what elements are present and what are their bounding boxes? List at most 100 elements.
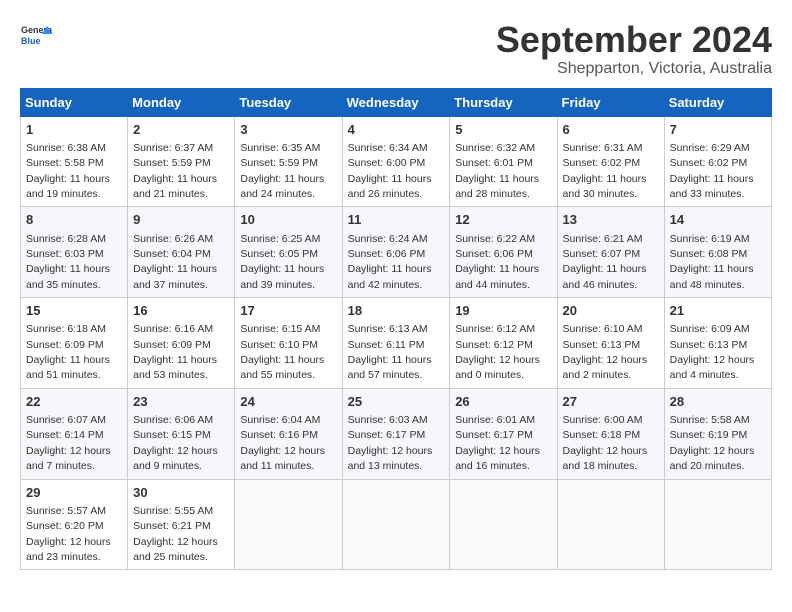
calendar-day-cell: 20 Sunrise: 6:10 AMSunset: 6:13 PMDayligh… [557,298,664,389]
svg-text:Blue: Blue [21,36,41,46]
day-detail: Sunrise: 5:58 AMSunset: 6:19 PMDaylight:… [670,414,755,472]
calendar-week-row: 15 Sunrise: 6:18 AMSunset: 6:09 PMDayligh… [21,298,772,389]
calendar-week-row: 1 Sunrise: 6:38 AMSunset: 5:58 PMDaylight… [21,116,772,207]
weekday-header: Sunday [21,88,128,116]
day-number: 8 [26,211,122,229]
day-number: 21 [670,302,766,320]
calendar-day-cell: 23 Sunrise: 6:06 AMSunset: 6:15 PMDayligh… [128,388,235,479]
calendar-day-cell: 28 Sunrise: 5:58 AMSunset: 6:19 PMDayligh… [664,388,771,479]
calendar-day-cell: 8Sunrise: 6:28 AMSunset: 6:03 PMDaylight… [21,207,128,298]
calendar-day-cell: 3Sunrise: 6:35 AMSunset: 5:59 PMDaylight… [235,116,342,207]
weekday-header: Wednesday [342,88,450,116]
page-header: General Blue September 2024 Shepparton, … [20,20,772,78]
calendar-day-cell [450,479,557,570]
calendar-day-cell: 29 Sunrise: 5:57 AMSunset: 6:20 PMDayligh… [21,479,128,570]
day-number: 26 [455,393,551,411]
weekday-header: Tuesday [235,88,342,116]
day-number: 14 [670,211,766,229]
day-detail: Sunrise: 6:21 AMSunset: 6:07 PMDaylight:… [563,233,647,291]
day-detail: Sunrise: 6:31 AMSunset: 6:02 PMDaylight:… [563,142,647,200]
calendar-day-cell: 11 Sunrise: 6:24 AMSunset: 6:06 PMDayligh… [342,207,450,298]
day-number: 10 [240,211,336,229]
day-detail: Sunrise: 5:57 AMSunset: 6:20 PMDaylight:… [26,505,111,563]
weekday-header: Saturday [664,88,771,116]
day-detail: Sunrise: 6:29 AMSunset: 6:02 PMDaylight:… [670,142,754,200]
day-detail: Sunrise: 6:03 AMSunset: 6:17 PMDaylight:… [348,414,433,472]
day-detail: Sunrise: 6:12 AMSunset: 6:12 PMDaylight:… [455,323,540,381]
calendar-day-cell: 1 Sunrise: 6:38 AMSunset: 5:58 PMDaylight… [21,116,128,207]
day-number: 16 [133,302,229,320]
day-number: 4 [348,121,445,139]
day-detail: Sunrise: 6:37 AMSunset: 5:59 PMDaylight:… [133,142,217,200]
day-number: 11 [348,211,445,229]
calendar-day-cell: 30Sunrise: 5:55 AMSunset: 6:21 PMDayligh… [128,479,235,570]
weekday-header: Friday [557,88,664,116]
day-number: 20 [563,302,659,320]
day-number: 7 [670,121,766,139]
calendar-day-cell: 25 Sunrise: 6:03 AMSunset: 6:17 PMDayligh… [342,388,450,479]
day-number: 3 [240,121,336,139]
day-detail: Sunrise: 6:22 AMSunset: 6:06 PMDaylight:… [455,233,539,291]
day-detail: Sunrise: 6:15 AMSunset: 6:10 PMDaylight:… [240,323,324,381]
calendar-week-row: 22Sunrise: 6:07 AMSunset: 6:14 PMDayligh… [21,388,772,479]
calendar-day-cell [664,479,771,570]
calendar-day-cell: 7 Sunrise: 6:29 AMSunset: 6:02 PMDaylight… [664,116,771,207]
day-number: 15 [26,302,122,320]
day-number: 9 [133,211,229,229]
calendar-day-cell: 5Sunrise: 6:32 AMSunset: 6:01 PMDaylight… [450,116,557,207]
day-number: 19 [455,302,551,320]
calendar-header-row: SundayMondayTuesdayWednesdayThursdayFrid… [21,88,772,116]
weekday-header: Monday [128,88,235,116]
calendar-day-cell: 26Sunrise: 6:01 AMSunset: 6:17 PMDayligh… [450,388,557,479]
calendar-day-cell: 4 Sunrise: 6:34 AMSunset: 6:00 PMDaylight… [342,116,450,207]
day-number: 12 [455,211,551,229]
day-detail: Sunrise: 6:10 AMSunset: 6:13 PMDaylight:… [563,323,648,381]
weekday-header: Thursday [450,88,557,116]
day-detail: Sunrise: 6:04 AMSunset: 6:16 PMDaylight:… [240,414,325,472]
day-number: 29 [26,484,122,502]
day-detail: Sunrise: 5:55 AMSunset: 6:21 PMDaylight:… [133,505,218,563]
logo-wave-icon: General Blue [20,20,52,52]
day-number: 23 [133,393,229,411]
calendar-day-cell [342,479,450,570]
calendar-day-cell: 18 Sunrise: 6:13 AMSunset: 6:11 PMDayligh… [342,298,450,389]
day-detail: Sunrise: 6:24 AMSunset: 6:06 PMDaylight:… [348,233,432,291]
logo: General Blue [20,20,52,52]
calendar-day-cell: 13 Sunrise: 6:21 AMSunset: 6:07 PMDayligh… [557,207,664,298]
day-detail: Sunrise: 6:19 AMSunset: 6:08 PMDaylight:… [670,233,754,291]
calendar-day-cell: 27Sunrise: 6:00 AMSunset: 6:18 PMDayligh… [557,388,664,479]
day-number: 27 [563,393,659,411]
day-detail: Sunrise: 6:38 AMSunset: 5:58 PMDaylight:… [26,142,110,200]
calendar-day-cell: 9 Sunrise: 6:26 AMSunset: 6:04 PMDaylight… [128,207,235,298]
day-detail: Sunrise: 6:18 AMSunset: 6:09 PMDaylight:… [26,323,110,381]
day-detail: Sunrise: 6:06 AMSunset: 6:15 PMDaylight:… [133,414,218,472]
day-number: 25 [348,393,445,411]
page-title: September 2024 [496,20,772,60]
day-detail: Sunrise: 6:34 AMSunset: 6:00 PMDaylight:… [348,142,432,200]
day-detail: Sunrise: 6:26 AMSunset: 6:04 PMDaylight:… [133,233,217,291]
day-number: 1 [26,121,122,139]
day-number: 13 [563,211,659,229]
calendar-day-cell: 6Sunrise: 6:31 AMSunset: 6:02 PMDaylight… [557,116,664,207]
calendar-day-cell: 22Sunrise: 6:07 AMSunset: 6:14 PMDayligh… [21,388,128,479]
calendar-day-cell [235,479,342,570]
calendar-day-cell: 14 Sunrise: 6:19 AMSunset: 6:08 PMDayligh… [664,207,771,298]
day-detail: Sunrise: 6:13 AMSunset: 6:11 PMDaylight:… [348,323,432,381]
day-detail: Sunrise: 6:32 AMSunset: 6:01 PMDaylight:… [455,142,539,200]
day-detail: Sunrise: 6:25 AMSunset: 6:05 PMDaylight:… [240,233,324,291]
day-detail: Sunrise: 6:09 AMSunset: 6:13 PMDaylight:… [670,323,755,381]
calendar-day-cell: 12 Sunrise: 6:22 AMSunset: 6:06 PMDayligh… [450,207,557,298]
calendar-day-cell: 24 Sunrise: 6:04 AMSunset: 6:16 PMDayligh… [235,388,342,479]
calendar-day-cell [557,479,664,570]
calendar-day-cell: 2 Sunrise: 6:37 AMSunset: 5:59 PMDaylight… [128,116,235,207]
day-number: 2 [133,121,229,139]
calendar-day-cell: 21 Sunrise: 6:09 AMSunset: 6:13 PMDayligh… [664,298,771,389]
day-number: 24 [240,393,336,411]
calendar-week-row: 29 Sunrise: 5:57 AMSunset: 6:20 PMDayligh… [21,479,772,570]
day-number: 18 [348,302,445,320]
calendar-day-cell: 10 Sunrise: 6:25 AMSunset: 6:05 PMDayligh… [235,207,342,298]
day-number: 28 [670,393,766,411]
page-subtitle: Shepparton, Victoria, Australia [496,60,772,78]
calendar-week-row: 8Sunrise: 6:28 AMSunset: 6:03 PMDaylight… [21,207,772,298]
calendar-day-cell: 16Sunrise: 6:16 AMSunset: 6:09 PMDayligh… [128,298,235,389]
